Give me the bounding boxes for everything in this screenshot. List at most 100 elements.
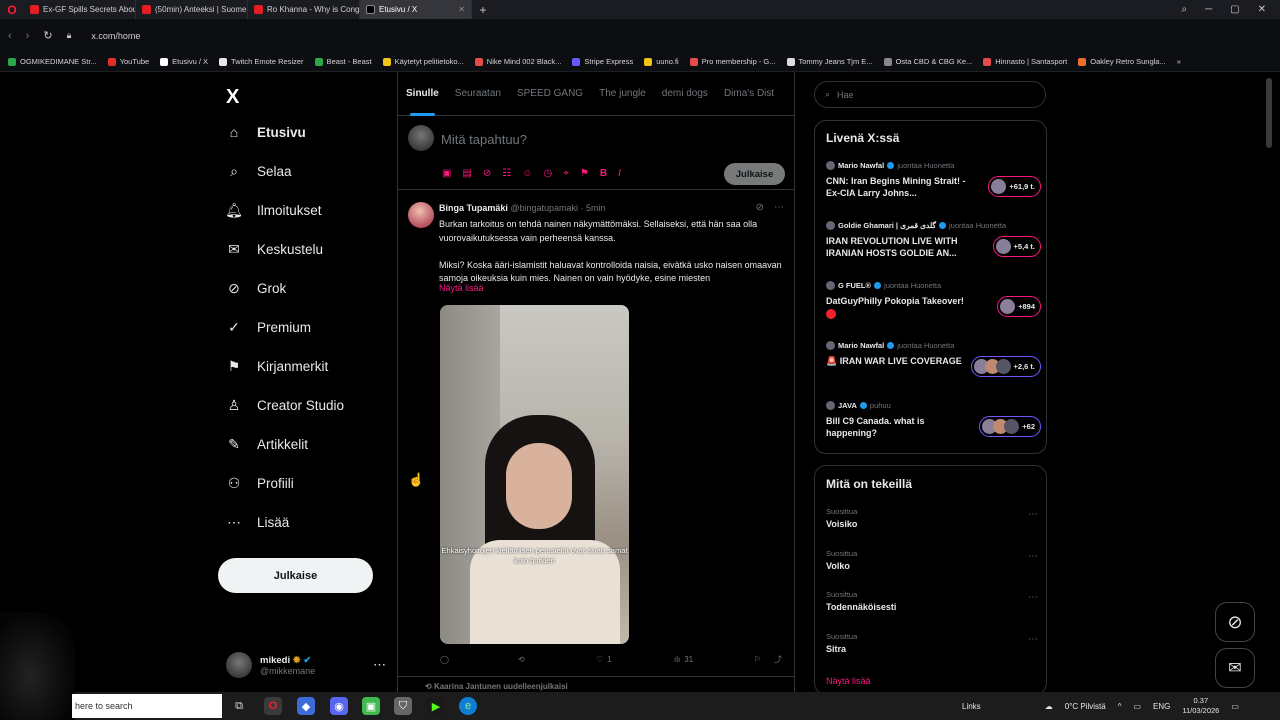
forward-icon[interactable]: › bbox=[26, 30, 30, 42]
flag-icon[interactable]: ⚑ bbox=[580, 168, 589, 179]
weather-icon[interactable]: ☁ bbox=[1045, 702, 1053, 711]
author-avatar[interactable] bbox=[408, 202, 434, 228]
network-icon[interactable]: ▭ bbox=[1133, 702, 1141, 711]
timeline-tab[interactable]: Dima's Dist bbox=[716, 72, 782, 116]
listener-count-badge[interactable]: +5,4 t. bbox=[992, 236, 1041, 257]
emoji-icon[interactable]: ☺ bbox=[522, 168, 532, 179]
timeline-tab[interactable]: demi dogs bbox=[654, 72, 716, 116]
nav-item-etusivu[interactable]: ⌂ Etusivu bbox=[226, 124, 306, 140]
tweet-video[interactable]: Ehkäisyhoitojen kieltämisen perustelut o… bbox=[440, 305, 629, 644]
browser-tab[interactable]: (50min) Anteeksi | Suome bbox=[136, 0, 248, 19]
trend-item[interactable]: Suosittua Voisiko ⋯ bbox=[826, 507, 1038, 529]
author-name[interactable]: Binga Tupamäki bbox=[439, 203, 508, 213]
listener-count-badge[interactable]: +2,6 t. bbox=[970, 356, 1041, 377]
trend-item[interactable]: Suosittua Volko ⋯ bbox=[826, 549, 1038, 571]
live-space-item[interactable]: Mario Nawfal juontaa Huonetta 🚨 IRAN WAR L… bbox=[826, 341, 1041, 377]
nav-item-grok[interactable]: ⊘ Grok bbox=[226, 280, 286, 296]
bookmark-item[interactable]: Oakley Retro Sungla... bbox=[1078, 57, 1166, 66]
show-more-link[interactable]: Näytä lisää bbox=[826, 676, 871, 686]
show-more-link[interactable]: Näytä lisää bbox=[439, 283, 484, 293]
nav-item-premium[interactable]: ✓ Premium bbox=[226, 319, 311, 335]
account-switcher[interactable]: mikedi ✹ ✔ @mikkemane ⋯ bbox=[226, 648, 386, 682]
discord-icon[interactable]: ◉ bbox=[330, 697, 348, 715]
timeline-tab[interactable]: Sinulle bbox=[398, 72, 447, 116]
opera-logo-icon[interactable]: O bbox=[0, 3, 24, 17]
bookmark-item[interactable]: Twitch Emote Resizer bbox=[219, 57, 304, 66]
bookmark-item[interactable]: YouTube bbox=[107, 57, 149, 66]
like-button[interactable]: ♡ 1 bbox=[596, 655, 674, 664]
more-icon[interactable]: ⋯ bbox=[1028, 509, 1038, 520]
bookmarks-overflow-icon[interactable]: » bbox=[1177, 57, 1181, 66]
weather-text[interactable]: 0°C Pilvistä bbox=[1065, 702, 1106, 711]
reload-icon[interactable]: ↻ bbox=[43, 29, 52, 42]
timeline-tab[interactable]: SPEED GANG bbox=[509, 72, 591, 116]
bookmark-icon[interactable]: ⚐ bbox=[754, 655, 774, 664]
search-tabs-icon[interactable]: ⌕ bbox=[1181, 4, 1187, 15]
timeline-tab[interactable]: The jungle bbox=[591, 72, 654, 116]
more-icon[interactable]: ⋯ bbox=[774, 202, 784, 213]
nav-item-selaa[interactable]: ⌕ Selaa bbox=[226, 163, 291, 179]
poll-icon[interactable]: ☷ bbox=[502, 168, 511, 179]
new-tab-icon[interactable]: + bbox=[472, 3, 494, 17]
chevron-up-icon[interactable]: ^ bbox=[1118, 702, 1122, 711]
app-taskbar-icon[interactable]: ⛉ bbox=[394, 697, 412, 715]
nav-item-ilmoitukset[interactable]: 🔔︎ Ilmoitukset bbox=[225, 202, 321, 218]
bookmark-item[interactable]: OGMIKEDIMANE Str... bbox=[8, 57, 97, 66]
publish-button[interactable]: Julkaise bbox=[724, 163, 785, 185]
scrollbar[interactable] bbox=[1266, 78, 1272, 148]
bookmark-item[interactable]: Pro membership - G... bbox=[689, 57, 776, 66]
schedule-icon[interactable]: ◷ bbox=[543, 168, 552, 179]
live-space-item[interactable]: G FUEL® juontaa Huonetta DatGuyPhilly Poko… bbox=[826, 281, 1041, 319]
bookmark-item[interactable]: Stripe Express bbox=[572, 57, 633, 66]
compose-input[interactable]: Mitä tapahtuu? bbox=[441, 132, 527, 147]
bookmark-item[interactable]: Etusivu / X bbox=[160, 57, 208, 66]
clock[interactable]: 0.37 11/03/2026 bbox=[1182, 696, 1219, 716]
nav-item-keskustelu[interactable]: ✉︎ Keskustelu bbox=[226, 241, 323, 257]
links-toolbar[interactable]: Links bbox=[962, 702, 981, 711]
close-tab-icon[interactable]: ✕ bbox=[458, 5, 465, 14]
opera-taskbar-icon[interactable]: O bbox=[264, 697, 282, 715]
close-window-icon[interactable]: ✕ bbox=[1258, 4, 1266, 15]
nav-item-creator-studio[interactable]: ♙ Creator Studio bbox=[226, 397, 344, 413]
nav-item-profiili[interactable]: ⚇ Profiili bbox=[226, 475, 294, 491]
grok-icon[interactable]: ⊘ bbox=[756, 202, 764, 213]
bookmark-item[interactable]: Nike Mind 002 Black... bbox=[474, 57, 561, 66]
more-icon[interactable]: ⋯ bbox=[1028, 551, 1038, 562]
listener-count-badge[interactable]: +62 bbox=[979, 416, 1041, 437]
messages-fab-icon[interactable]: ✉ bbox=[1215, 648, 1255, 688]
task-view-icon[interactable]: ⧉ bbox=[230, 697, 248, 715]
post-button[interactable]: Julkaise bbox=[218, 558, 373, 593]
nav-item-lisää[interactable]: ⋯ Lisää bbox=[226, 514, 289, 530]
taskbar-search[interactable]: here to search bbox=[72, 694, 222, 718]
kick-icon[interactable]: ▶ bbox=[427, 697, 445, 715]
back-icon[interactable]: ‹ bbox=[8, 30, 12, 42]
more-icon[interactable]: ⋯ bbox=[1028, 592, 1038, 603]
bookmark-item[interactable]: Hinnasto | Santasport bbox=[983, 57, 1067, 66]
tweet[interactable]: Binga Tupamäki @bingatupamaki · 5min ⊘ ⋯… bbox=[398, 190, 794, 676]
share-icon[interactable]: ⤴ bbox=[774, 654, 782, 665]
live-space-item[interactable]: Goldie Ghamari | گلدی قمری juontaa Huonet… bbox=[826, 221, 1041, 259]
browser-tab[interactable]: Ex-GF Spills Secrets About bbox=[24, 0, 136, 19]
bookmark-item[interactable]: Käytetyt pelitietoko... bbox=[382, 57, 464, 66]
app-taskbar-icon[interactable]: ◆ bbox=[297, 697, 315, 715]
live-space-item[interactable]: JAVA puhuu Bill C9 Canada. what is happeni… bbox=[826, 401, 1041, 439]
views-button[interactable]: ılı 31 bbox=[674, 655, 754, 664]
reply-button[interactable]: ◯ bbox=[440, 655, 518, 664]
bookmark-item[interactable]: Osta CBD & CBG Ke... bbox=[883, 57, 972, 66]
listener-count-badge[interactable]: +61,9 t. bbox=[988, 176, 1041, 197]
listener-count-badge[interactable]: +894 bbox=[997, 296, 1041, 317]
search-input[interactable]: ⌕ Hae bbox=[814, 81, 1046, 108]
location-icon[interactable]: ⌖ bbox=[563, 168, 569, 179]
browser-tab[interactable]: Ro Khanna - Why is Cong bbox=[248, 0, 360, 19]
trend-item[interactable]: Suosittua Sitra ⋯ bbox=[826, 632, 1038, 654]
maximize-icon[interactable]: ▢ bbox=[1230, 4, 1239, 15]
x-logo-icon[interactable]: X bbox=[226, 86, 239, 109]
bold-icon[interactable]: B bbox=[600, 168, 607, 179]
minimize-icon[interactable]: ─ bbox=[1205, 4, 1212, 15]
edge-icon[interactable]: e bbox=[459, 697, 477, 715]
bookmark-item[interactable]: Tommy Jeans Tjm E... bbox=[786, 57, 873, 66]
trend-item[interactable]: Suosittua Todennäköisesti ⋯ bbox=[826, 590, 1038, 612]
app-taskbar-icon[interactable]: ▣ bbox=[362, 697, 380, 715]
grok-fab-icon[interactable]: ⊘ bbox=[1215, 602, 1255, 642]
more-icon[interactable]: ⋯ bbox=[1028, 634, 1038, 645]
